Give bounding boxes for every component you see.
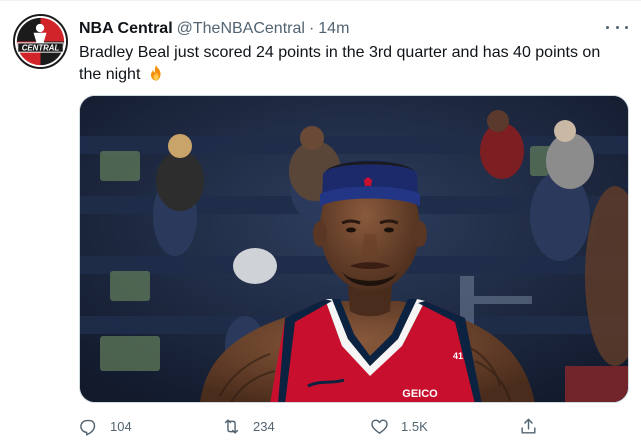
reply-count: 104 [110, 418, 132, 434]
more-icon[interactable] [606, 19, 628, 35]
tweet-header: NBA Central @TheNBACentral · 14m [79, 18, 349, 40]
jersey-sponsor: GEICO [402, 388, 438, 400]
photo-bradley-beal: GEICO 41 [80, 96, 628, 402]
author-name[interactable]: NBA Central [79, 20, 173, 38]
separator-dot: · [308, 20, 315, 37]
retweet-icon [224, 418, 239, 434]
fire-emoji [150, 65, 161, 81]
tweet-photo[interactable]: GEICO 41 [79, 95, 629, 403]
reply-icon [80, 419, 96, 436]
retweet-count: 234 [253, 418, 275, 434]
tweet-card[interactable]: CENTRAL NBA Central @TheNBACentral · 14m… [0, 0, 641, 441]
like-button[interactable]: 1.5K [370, 415, 428, 437]
tweet-text: Bradley Beal just scored 24 points in th… [79, 42, 619, 86]
share-icon [521, 418, 536, 434]
reply-button[interactable]: 104 [79, 415, 132, 437]
share-button[interactable] [519, 415, 550, 437]
logo-text: CENTRAL [22, 43, 60, 52]
tweet-timestamp[interactable]: 14m [318, 20, 349, 38]
retweet-button[interactable]: 234 [222, 415, 275, 437]
author-handle[interactable]: @TheNBACentral [177, 20, 305, 38]
jersey-number: 41 [453, 351, 463, 361]
heart-icon [371, 418, 388, 434]
avatar[interactable]: CENTRAL [13, 14, 68, 69]
nba-central-logo: CENTRAL [15, 16, 66, 67]
like-count: 1.5K [401, 418, 428, 434]
tweet-actions: 104 234 1.5K [79, 415, 549, 437]
